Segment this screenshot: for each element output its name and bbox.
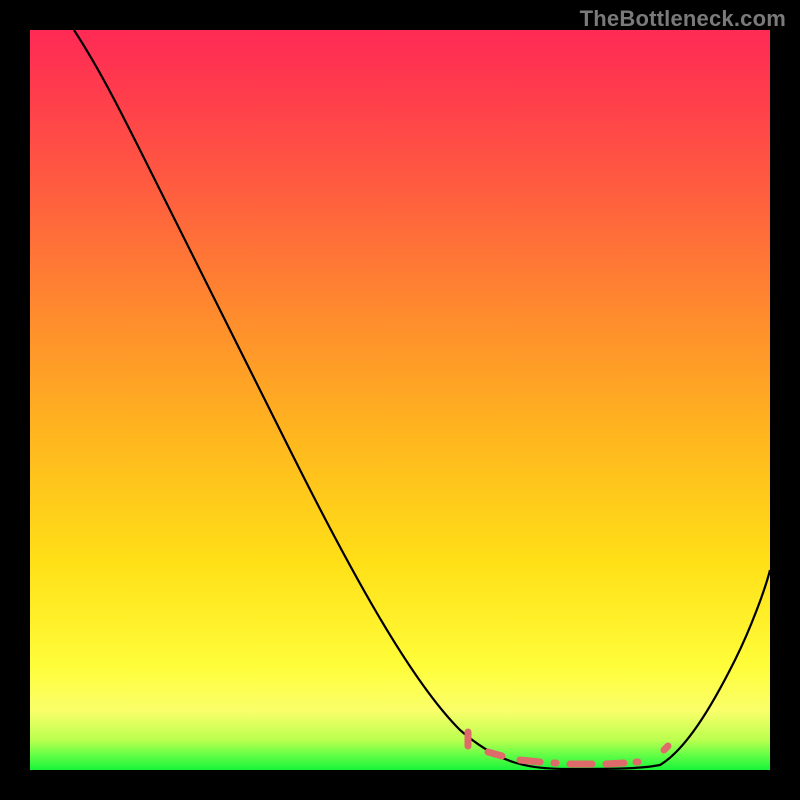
watermark-text: TheBottleneck.com <box>580 6 786 32</box>
flat-region-markers <box>468 732 668 764</box>
chart-plot-area <box>30 30 770 770</box>
curve-layer <box>30 30 770 770</box>
bottleneck-curve <box>74 30 770 769</box>
